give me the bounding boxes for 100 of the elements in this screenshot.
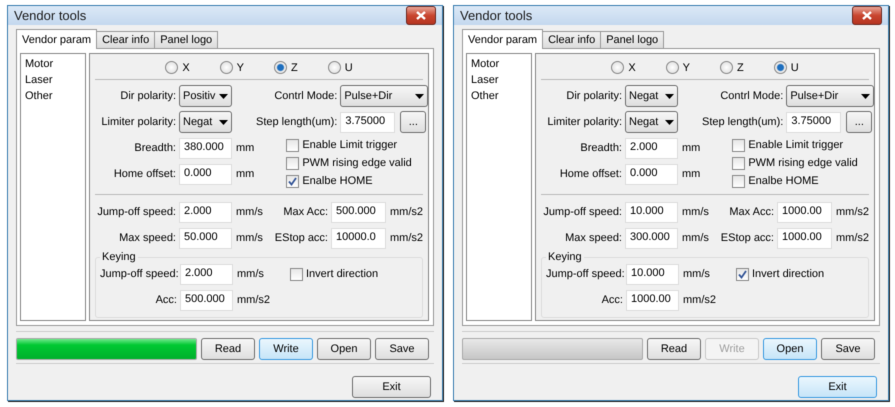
input-field[interactable]: 380.000 [179,138,232,158]
checkbox[interactable] [286,174,300,188]
browse-button[interactable]: ... [400,111,426,133]
close-button[interactable] [406,6,436,25]
action-button[interactable]: Open [763,338,817,360]
window-title: Vendor tools [460,8,532,23]
list-item[interactable]: Other [471,88,527,104]
action-button[interactable]: Save [375,338,429,360]
input-field[interactable]: 1000.00 [777,202,832,222]
input-field[interactable]: 2.000 [180,264,233,284]
tab[interactable]: Vendor param [462,29,544,49]
dropdown[interactable]: Negat [625,85,678,107]
tab[interactable]: Panel logo [154,31,218,49]
radio-button[interactable] [220,61,233,74]
input-field[interactable]: 3.75000 [340,112,396,132]
checkbox[interactable] [732,156,746,170]
radio-button[interactable] [720,61,733,74]
dropdown[interactable]: Pulse+Dir [786,85,874,107]
field-label: Breadth: [579,142,623,154]
browse-button[interactable]: ... [846,111,872,133]
dropdown[interactable]: Negat [625,111,678,133]
field-label: Acc: [154,294,178,306]
unit-label: mm [681,168,700,180]
radio-button[interactable] [774,61,787,74]
checkbox-label: Enalbe HOME [748,175,819,187]
field-label: Contrl Mode: [273,90,338,102]
tab[interactable]: Clear info [96,31,156,49]
radio-button[interactable] [274,61,287,74]
field-label: Jump-off speed: [542,206,623,218]
close-button[interactable] [852,6,882,25]
action-button[interactable]: Write [259,338,313,360]
input-field[interactable]: 50.000 [179,228,232,248]
radio-label: Z [291,62,298,74]
input-field[interactable]: 10000.0 [331,228,386,248]
action-button[interactable]: Read [647,338,701,360]
checkbox[interactable] [286,156,300,170]
action-button[interactable]: Save [821,338,875,360]
field-label: Max speed: [564,232,623,244]
list-item[interactable]: Motor [471,56,527,72]
unit-label: mm/s2 [835,232,869,244]
caret-icon [219,94,228,98]
checkbox-label: Enable Limit trigger [302,139,398,151]
checkbox[interactable] [732,138,746,152]
tab[interactable]: Panel logo [600,31,664,49]
list-item[interactable]: Motor [25,56,81,72]
checkbox[interactable] [732,174,746,188]
input-field[interactable]: 500.000 [180,290,233,310]
radio-button[interactable] [611,61,624,74]
checkbox-label: Invert direction [752,268,824,280]
checkbox[interactable] [290,268,303,280]
list-item[interactable]: Laser [471,72,527,88]
field-label: Breadth: [133,142,177,154]
unit-label: mm/s [236,268,264,280]
unit-label: mm/s [682,268,710,280]
field-label: Limiter polarity: [546,116,623,128]
field-label: Step length(um): [701,116,784,128]
input-field[interactable]: 0.000 [179,164,232,184]
input-field[interactable]: 0.000 [625,164,678,184]
radio-button[interactable] [165,61,178,74]
unit-label: mm/s [681,206,710,218]
input-field[interactable]: 2.000 [179,202,232,222]
list-item[interactable]: Laser [25,72,81,88]
radio-label: U [790,62,799,74]
input-field[interactable]: 300.000 [625,228,678,248]
unit-label: mm/s2 [236,294,270,306]
unit-label: mm [681,142,700,154]
unit-label: mm/s [235,206,264,218]
radio-button[interactable] [666,61,679,74]
action-button[interactable]: Read [201,338,255,360]
input-field[interactable]: 1000.00 [626,290,679,310]
checkbox[interactable] [736,268,749,280]
unit-label: mm/s2 [682,294,716,306]
tab[interactable]: Clear info [542,31,602,49]
list-item[interactable]: Other [25,88,81,104]
dropdown[interactable]: Pulse+Dir [340,85,428,107]
input-field[interactable]: 3.75000 [786,112,842,132]
input-field[interactable]: 1000.00 [777,228,832,248]
input-field[interactable]: 2.000 [625,138,678,158]
exit-button[interactable]: Exit [798,376,877,398]
field-label: Dir polarity: [119,90,177,102]
checkbox-label: Invert direction [306,268,378,280]
tab[interactable]: Vendor param [16,29,98,49]
input-field[interactable]: 10.000 [625,202,678,222]
radio-label: X [182,62,190,74]
dropdown[interactable]: Negat [179,111,232,133]
unit-label: mm/s [681,232,710,244]
close-icon [416,11,426,20]
group-title: Keying [101,251,137,263]
radio-button[interactable] [328,61,341,74]
action-button[interactable]: Open [317,338,371,360]
field-label: Max Acc: [282,206,329,218]
field-label: Home offset: [558,168,623,180]
field-label: EStop acc: [720,232,775,244]
field-label: Contrl Mode: [719,90,784,102]
dropdown[interactable]: Positiv [179,85,232,107]
input-field[interactable]: 500.000 [331,202,386,222]
field-label: Max speed: [118,232,177,244]
checkbox[interactable] [286,138,300,152]
exit-button[interactable]: Exit [352,376,431,398]
input-field[interactable]: 10.000 [626,264,679,284]
